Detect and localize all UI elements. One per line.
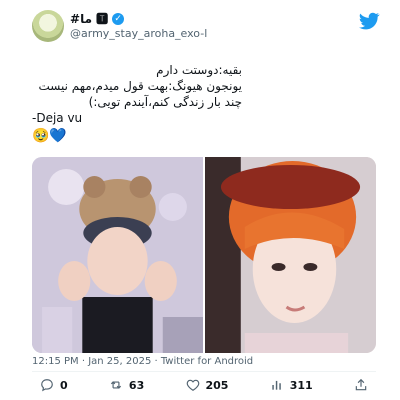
retweet-button[interactable]: 63	[109, 378, 144, 392]
author-names[interactable]: #ما 🆃 ✓ @army_stay_aroha_exo-l	[70, 12, 207, 40]
avatar[interactable]	[32, 10, 64, 42]
tweet-actions: 0 63 205 311	[40, 376, 368, 394]
photo-right[interactable]	[205, 157, 376, 353]
tweet-line-1: بقیه:دوستت دارم	[156, 63, 242, 77]
share-icon	[355, 378, 367, 391]
verified-icon: ✓	[112, 13, 125, 25]
share-button[interactable]	[354, 378, 368, 392]
views-count: 311	[289, 378, 313, 392]
divider	[32, 371, 376, 372]
reply-count: 0	[60, 378, 68, 392]
twitter-bird-icon[interactable]	[358, 10, 380, 32]
tweet-line-2: یونجون هیونگ:بهت قول میدم،مهم نیست	[38, 79, 242, 93]
views-button[interactable]: 311	[270, 378, 313, 392]
retweet-icon	[110, 381, 122, 389]
like-count: 205	[205, 378, 229, 392]
tweet-card: #ما 🆃 ✓ @army_stay_aroha_exo-l بقیه:دوست…	[0, 0, 400, 400]
photo-left-illustration	[32, 157, 203, 353]
reply-button[interactable]: 0	[40, 378, 68, 392]
tweet-text: بقیه:دوستت دارم یونجون هیونگ:بهت قول مید…	[32, 62, 376, 145]
reply-icon	[41, 379, 53, 392]
tweet-media	[32, 157, 376, 353]
tweet-line-3: چند بار زندگی کنم،آیندم تویی:)	[88, 95, 242, 109]
photo-right-illustration	[205, 157, 376, 353]
photo-left[interactable]	[32, 157, 203, 353]
retweet-count: 63	[128, 378, 145, 392]
display-name-text: #ما 🆃	[70, 12, 109, 26]
heart-icon	[186, 379, 199, 391]
like-button[interactable]: 205	[186, 378, 229, 392]
tweet-header: #ما 🆃 ✓ @army_stay_aroha_exo-l	[32, 10, 380, 46]
handle[interactable]: @army_stay_aroha_exo-l	[70, 27, 207, 40]
views-icon	[272, 380, 281, 390]
tweet-line-4: -Deja vu	[32, 111, 83, 125]
display-name[interactable]: #ما 🆃 ✓	[70, 12, 207, 26]
tweet-emoji: 🥹💙	[32, 128, 67, 144]
tweet-timestamp[interactable]: 12:15 PM · Jan 25, 2025 · Twitter for An…	[32, 356, 253, 367]
